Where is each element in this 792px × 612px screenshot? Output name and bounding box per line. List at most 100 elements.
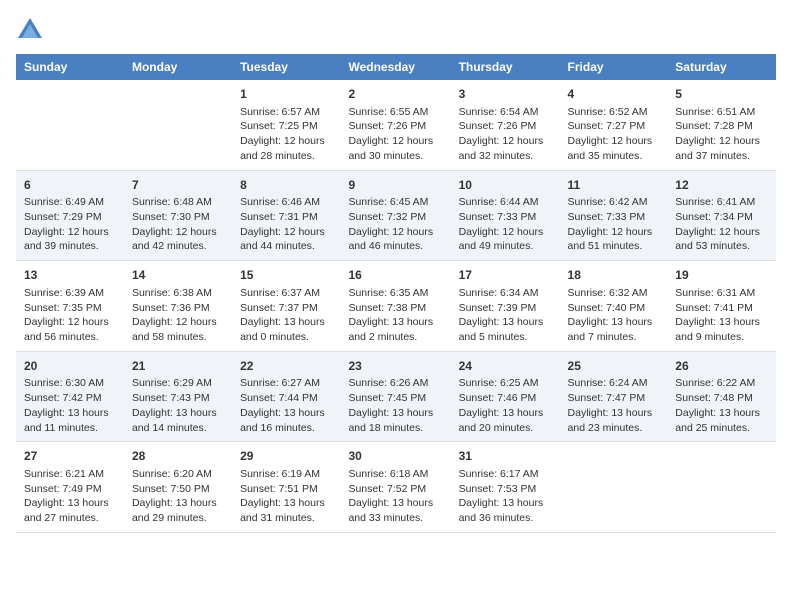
- day-number: 19: [675, 267, 768, 284]
- calendar-cell: 1Sunrise: 6:57 AM Sunset: 7:25 PM Daylig…: [232, 80, 340, 170]
- day-number: 15: [240, 267, 332, 284]
- day-info: Sunrise: 6:52 AM Sunset: 7:27 PM Dayligh…: [568, 105, 660, 164]
- calendar-cell: 11Sunrise: 6:42 AM Sunset: 7:33 PM Dayli…: [560, 170, 668, 261]
- calendar-cell: 24Sunrise: 6:25 AM Sunset: 7:46 PM Dayli…: [451, 351, 560, 442]
- day-info: Sunrise: 6:49 AM Sunset: 7:29 PM Dayligh…: [24, 195, 116, 254]
- day-number: 7: [132, 177, 224, 194]
- day-info: Sunrise: 6:32 AM Sunset: 7:40 PM Dayligh…: [568, 286, 660, 345]
- day-info: Sunrise: 6:19 AM Sunset: 7:51 PM Dayligh…: [240, 467, 332, 526]
- day-number: 22: [240, 358, 332, 375]
- calendar-header-row: SundayMondayTuesdayWednesdayThursdayFrid…: [16, 54, 776, 80]
- day-info: Sunrise: 6:24 AM Sunset: 7:47 PM Dayligh…: [568, 376, 660, 435]
- day-number: 14: [132, 267, 224, 284]
- day-number: 26: [675, 358, 768, 375]
- calendar-cell: 5 Sunrise: 6:51 AM Sunset: 7:28 PM Daylig…: [667, 80, 776, 170]
- day-number: 21: [132, 358, 224, 375]
- calendar-cell: [16, 80, 124, 170]
- day-number: 10: [459, 177, 552, 194]
- calendar-table: SundayMondayTuesdayWednesdayThursdayFrid…: [16, 54, 776, 533]
- header-tuesday: Tuesday: [232, 54, 340, 80]
- day-info: Sunrise: 6:30 AM Sunset: 7:42 PM Dayligh…: [24, 376, 116, 435]
- day-info: Sunrise: 6:34 AM Sunset: 7:39 PM Dayligh…: [459, 286, 552, 345]
- header-thursday: Thursday: [451, 54, 560, 80]
- logo-icon: [16, 16, 44, 44]
- day-number: 24: [459, 358, 552, 375]
- calendar-cell: 17 Sunrise: 6:34 AM Sunset: 7:39 PM Dayli…: [451, 261, 560, 352]
- calendar-cell: 21Sunrise: 6:29 AM Sunset: 7:43 PM Dayli…: [124, 351, 232, 442]
- day-number: 29: [240, 448, 332, 465]
- day-info: Sunrise: 6:26 AM Sunset: 7:45 PM Dayligh…: [348, 376, 442, 435]
- header-monday: Monday: [124, 54, 232, 80]
- header-friday: Friday: [560, 54, 668, 80]
- week-row-4: 20Sunrise: 6:30 AM Sunset: 7:42 PM Dayli…: [16, 351, 776, 442]
- calendar-cell: 26Sunrise: 6:22 AM Sunset: 7:48 PM Dayli…: [667, 351, 776, 442]
- day-info: Sunrise: 6:42 AM Sunset: 7:33 PM Dayligh…: [568, 195, 660, 254]
- day-info: Sunrise: 6:25 AM Sunset: 7:46 PM Dayligh…: [459, 376, 552, 435]
- day-info: Sunrise: 6:41 AM Sunset: 7:34 PM Dayligh…: [675, 195, 768, 254]
- day-info: Sunrise: 6:31 AM Sunset: 7:41 PM Dayligh…: [675, 286, 768, 345]
- calendar-cell: 31 Sunrise: 6:17 AM Sunset: 7:53 PM Dayli…: [451, 442, 560, 533]
- day-info: Sunrise: 6:51 AM Sunset: 7:28 PM Dayligh…: [675, 105, 768, 164]
- header-saturday: Saturday: [667, 54, 776, 80]
- calendar-cell: 16 Sunrise: 6:35 AM Sunset: 7:38 PM Dayli…: [340, 261, 450, 352]
- day-number: 17: [459, 267, 552, 284]
- calendar-cell: 18 Sunrise: 6:32 AM Sunset: 7:40 PM Dayli…: [560, 261, 668, 352]
- calendar-cell: 14 Sunrise: 6:38 AM Sunset: 7:36 PM Dayli…: [124, 261, 232, 352]
- day-number: 8: [240, 177, 332, 194]
- day-info: Sunrise: 6:29 AM Sunset: 7:43 PM Dayligh…: [132, 376, 224, 435]
- day-number: 9: [348, 177, 442, 194]
- calendar-cell: 7Sunrise: 6:48 AM Sunset: 7:30 PM Daylig…: [124, 170, 232, 261]
- calendar-cell: 9Sunrise: 6:45 AM Sunset: 7:32 PM Daylig…: [340, 170, 450, 261]
- day-number: 4: [568, 86, 660, 103]
- calendar-cell: 23Sunrise: 6:26 AM Sunset: 7:45 PM Dayli…: [340, 351, 450, 442]
- day-info: Sunrise: 6:37 AM Sunset: 7:37 PM Dayligh…: [240, 286, 332, 345]
- calendar-cell: 30Sunrise: 6:18 AM Sunset: 7:52 PM Dayli…: [340, 442, 450, 533]
- day-number: 1: [240, 86, 332, 103]
- day-number: 23: [348, 358, 442, 375]
- calendar-cell: 15 Sunrise: 6:37 AM Sunset: 7:37 PM Dayli…: [232, 261, 340, 352]
- calendar-cell: [124, 80, 232, 170]
- calendar-cell: 28 Sunrise: 6:20 AM Sunset: 7:50 PM Dayli…: [124, 442, 232, 533]
- week-row-1: 1Sunrise: 6:57 AM Sunset: 7:25 PM Daylig…: [16, 80, 776, 170]
- week-row-3: 13 Sunrise: 6:39 AM Sunset: 7:35 PM Dayli…: [16, 261, 776, 352]
- calendar-cell: 27Sunrise: 6:21 AM Sunset: 7:49 PM Dayli…: [16, 442, 124, 533]
- day-number: 18: [568, 267, 660, 284]
- day-info: Sunrise: 6:20 AM Sunset: 7:50 PM Dayligh…: [132, 467, 224, 526]
- day-number: 5: [675, 86, 768, 103]
- calendar-cell: 8Sunrise: 6:46 AM Sunset: 7:31 PM Daylig…: [232, 170, 340, 261]
- day-number: 25: [568, 358, 660, 375]
- header-sunday: Sunday: [16, 54, 124, 80]
- calendar-cell: 29 Sunrise: 6:19 AM Sunset: 7:51 PM Dayli…: [232, 442, 340, 533]
- day-info: Sunrise: 6:17 AM Sunset: 7:53 PM Dayligh…: [459, 467, 552, 526]
- calendar-cell: 4 Sunrise: 6:52 AM Sunset: 7:27 PM Daylig…: [560, 80, 668, 170]
- week-row-5: 27Sunrise: 6:21 AM Sunset: 7:49 PM Dayli…: [16, 442, 776, 533]
- calendar-cell: 12Sunrise: 6:41 AM Sunset: 7:34 PM Dayli…: [667, 170, 776, 261]
- day-number: 31: [459, 448, 552, 465]
- day-info: Sunrise: 6:55 AM Sunset: 7:26 PM Dayligh…: [348, 105, 442, 164]
- calendar-cell: 20Sunrise: 6:30 AM Sunset: 7:42 PM Dayli…: [16, 351, 124, 442]
- day-number: 28: [132, 448, 224, 465]
- calendar-cell: [560, 442, 668, 533]
- day-number: 3: [459, 86, 552, 103]
- page-header: [16, 16, 776, 44]
- day-number: 6: [24, 177, 116, 194]
- day-info: Sunrise: 6:54 AM Sunset: 7:26 PM Dayligh…: [459, 105, 552, 164]
- day-info: Sunrise: 6:38 AM Sunset: 7:36 PM Dayligh…: [132, 286, 224, 345]
- day-info: Sunrise: 6:39 AM Sunset: 7:35 PM Dayligh…: [24, 286, 116, 345]
- calendar-cell: 19 Sunrise: 6:31 AM Sunset: 7:41 PM Dayli…: [667, 261, 776, 352]
- day-info: Sunrise: 6:44 AM Sunset: 7:33 PM Dayligh…: [459, 195, 552, 254]
- day-number: 12: [675, 177, 768, 194]
- day-info: Sunrise: 6:45 AM Sunset: 7:32 PM Dayligh…: [348, 195, 442, 254]
- calendar-cell: 2 Sunrise: 6:55 AM Sunset: 7:26 PM Daylig…: [340, 80, 450, 170]
- day-number: 30: [348, 448, 442, 465]
- day-number: 2: [348, 86, 442, 103]
- calendar-cell: 22Sunrise: 6:27 AM Sunset: 7:44 PM Dayli…: [232, 351, 340, 442]
- day-info: Sunrise: 6:35 AM Sunset: 7:38 PM Dayligh…: [348, 286, 442, 345]
- day-number: 13: [24, 267, 116, 284]
- header-wednesday: Wednesday: [340, 54, 450, 80]
- day-info: Sunrise: 6:27 AM Sunset: 7:44 PM Dayligh…: [240, 376, 332, 435]
- day-number: 16: [348, 267, 442, 284]
- day-info: Sunrise: 6:21 AM Sunset: 7:49 PM Dayligh…: [24, 467, 116, 526]
- calendar-cell: 25Sunrise: 6:24 AM Sunset: 7:47 PM Dayli…: [560, 351, 668, 442]
- day-info: Sunrise: 6:22 AM Sunset: 7:48 PM Dayligh…: [675, 376, 768, 435]
